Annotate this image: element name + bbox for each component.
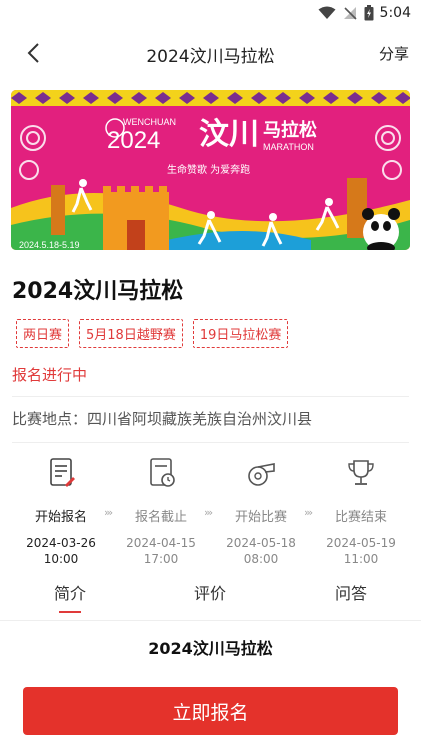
tab-reviews[interactable]: 评价	[165, 580, 255, 604]
timeline-date: 2024-05-19 11:00	[313, 535, 409, 567]
whistle-icon	[248, 463, 275, 486]
banner-title-cn2: 马拉松	[263, 119, 317, 141]
status-icons: 5:04	[318, 5, 411, 21]
timeline-label: 开始比赛	[234, 510, 287, 525]
timeline-date: 2024-03-26 10:00	[13, 535, 109, 567]
timeline-date-time: 17:00	[143, 552, 179, 566]
event-location: 比赛地点：四川省阿坝藏族羌族自治州汶川县	[12, 410, 313, 428]
timeline-date-time: 11:00	[343, 552, 379, 566]
registration-status: 报名进行中	[12, 366, 88, 384]
banner-year: 2024	[107, 127, 160, 154]
battery-icon	[364, 5, 374, 21]
timeline-step-registration-start: 开始报名 2024-03-26 10:00	[13, 456, 109, 567]
divider	[12, 442, 409, 443]
event-title: 2024汶川马拉松	[12, 279, 184, 304]
no-signal-icon	[343, 7, 357, 20]
chevron-double-right-icon: ›››	[304, 506, 313, 519]
chevron-double-right-icon: ›››	[204, 506, 213, 519]
banner-sub-en: WENCHUAN	[123, 117, 176, 127]
detail-tabs: 简介 评价 问答	[0, 580, 421, 620]
event-banner[interactable]: WENCHUAN 2024 汶川 马拉松 MARATHON 生命赞歌 为爱奔跑	[11, 90, 410, 250]
banner-date-range: 2024.5.18-5.19	[19, 240, 80, 250]
chevron-double-right-icon: ›››	[104, 506, 113, 519]
tag-marathon-race: 19日马拉松赛	[192, 319, 289, 348]
page-title: 2024汶川马拉松	[146, 47, 275, 67]
banner-slogan: 生命赞歌 为爱奔跑	[167, 163, 250, 176]
wifi-icon	[318, 6, 336, 19]
timeline-date-time: 10:00	[43, 552, 79, 566]
active-tab-indicator	[59, 611, 81, 613]
timeline-date-day: 2024-03-26	[26, 536, 96, 550]
banner-image: WENCHUAN 2024 汶川 马拉松 MARATHON 生命赞歌 为爱奔跑	[11, 90, 410, 250]
status-time: 5:04	[379, 5, 411, 21]
deadline-icon	[150, 458, 175, 487]
timeline-label: 开始报名	[34, 510, 87, 525]
register-now-button[interactable]: 立即报名	[23, 687, 398, 735]
timeline-label: 报名截止	[134, 510, 187, 525]
event-timeline: 开始报名 2024-03-26 10:00 ››› 报名截止 2024-04-1…	[0, 456, 421, 566]
timeline-step-race-end: 比赛结束 2024-05-19 11:00	[313, 456, 409, 567]
divider	[12, 396, 409, 397]
tab-qa[interactable]: 问答	[306, 580, 396, 604]
status-bar: 5:04	[0, 0, 421, 28]
timeline-step-registration-end: 报名截止 2024-04-15 17:00	[113, 456, 209, 567]
tag-two-day: 两日赛	[16, 319, 70, 348]
panda-mascot	[362, 208, 400, 250]
nav-bar: 2024汶川马拉松 分享	[0, 28, 421, 78]
timeline-date-day: 2024-04-15	[126, 536, 196, 550]
timeline-date-time: 08:00	[243, 552, 279, 566]
tag-trail-race: 5月18日越野赛	[79, 319, 183, 348]
timeline-date: 2024-05-18 08:00	[213, 535, 309, 567]
timeline-step-race-start: 开始比赛 2024-05-18 08:00	[213, 456, 309, 567]
banner-title-en: MARATHON	[263, 142, 314, 152]
form-icon	[50, 458, 75, 487]
intro-heading: 2024汶川马拉松	[148, 639, 273, 658]
banner-title-cn: 汶川	[199, 117, 259, 152]
timeline-date-day: 2024-05-19	[326, 536, 396, 550]
timeline-date-day: 2024-05-18	[226, 536, 296, 550]
share-button[interactable]: 分享	[379, 43, 409, 64]
trophy-icon	[348, 460, 374, 485]
timeline-label: 比赛结束	[334, 510, 387, 525]
tab-intro[interactable]: 简介	[25, 580, 115, 604]
divider	[0, 620, 421, 621]
event-tags: 两日赛 5月18日越野赛 19日马拉松赛	[16, 319, 289, 348]
timeline-date: 2024-04-15 17:00	[113, 535, 209, 567]
